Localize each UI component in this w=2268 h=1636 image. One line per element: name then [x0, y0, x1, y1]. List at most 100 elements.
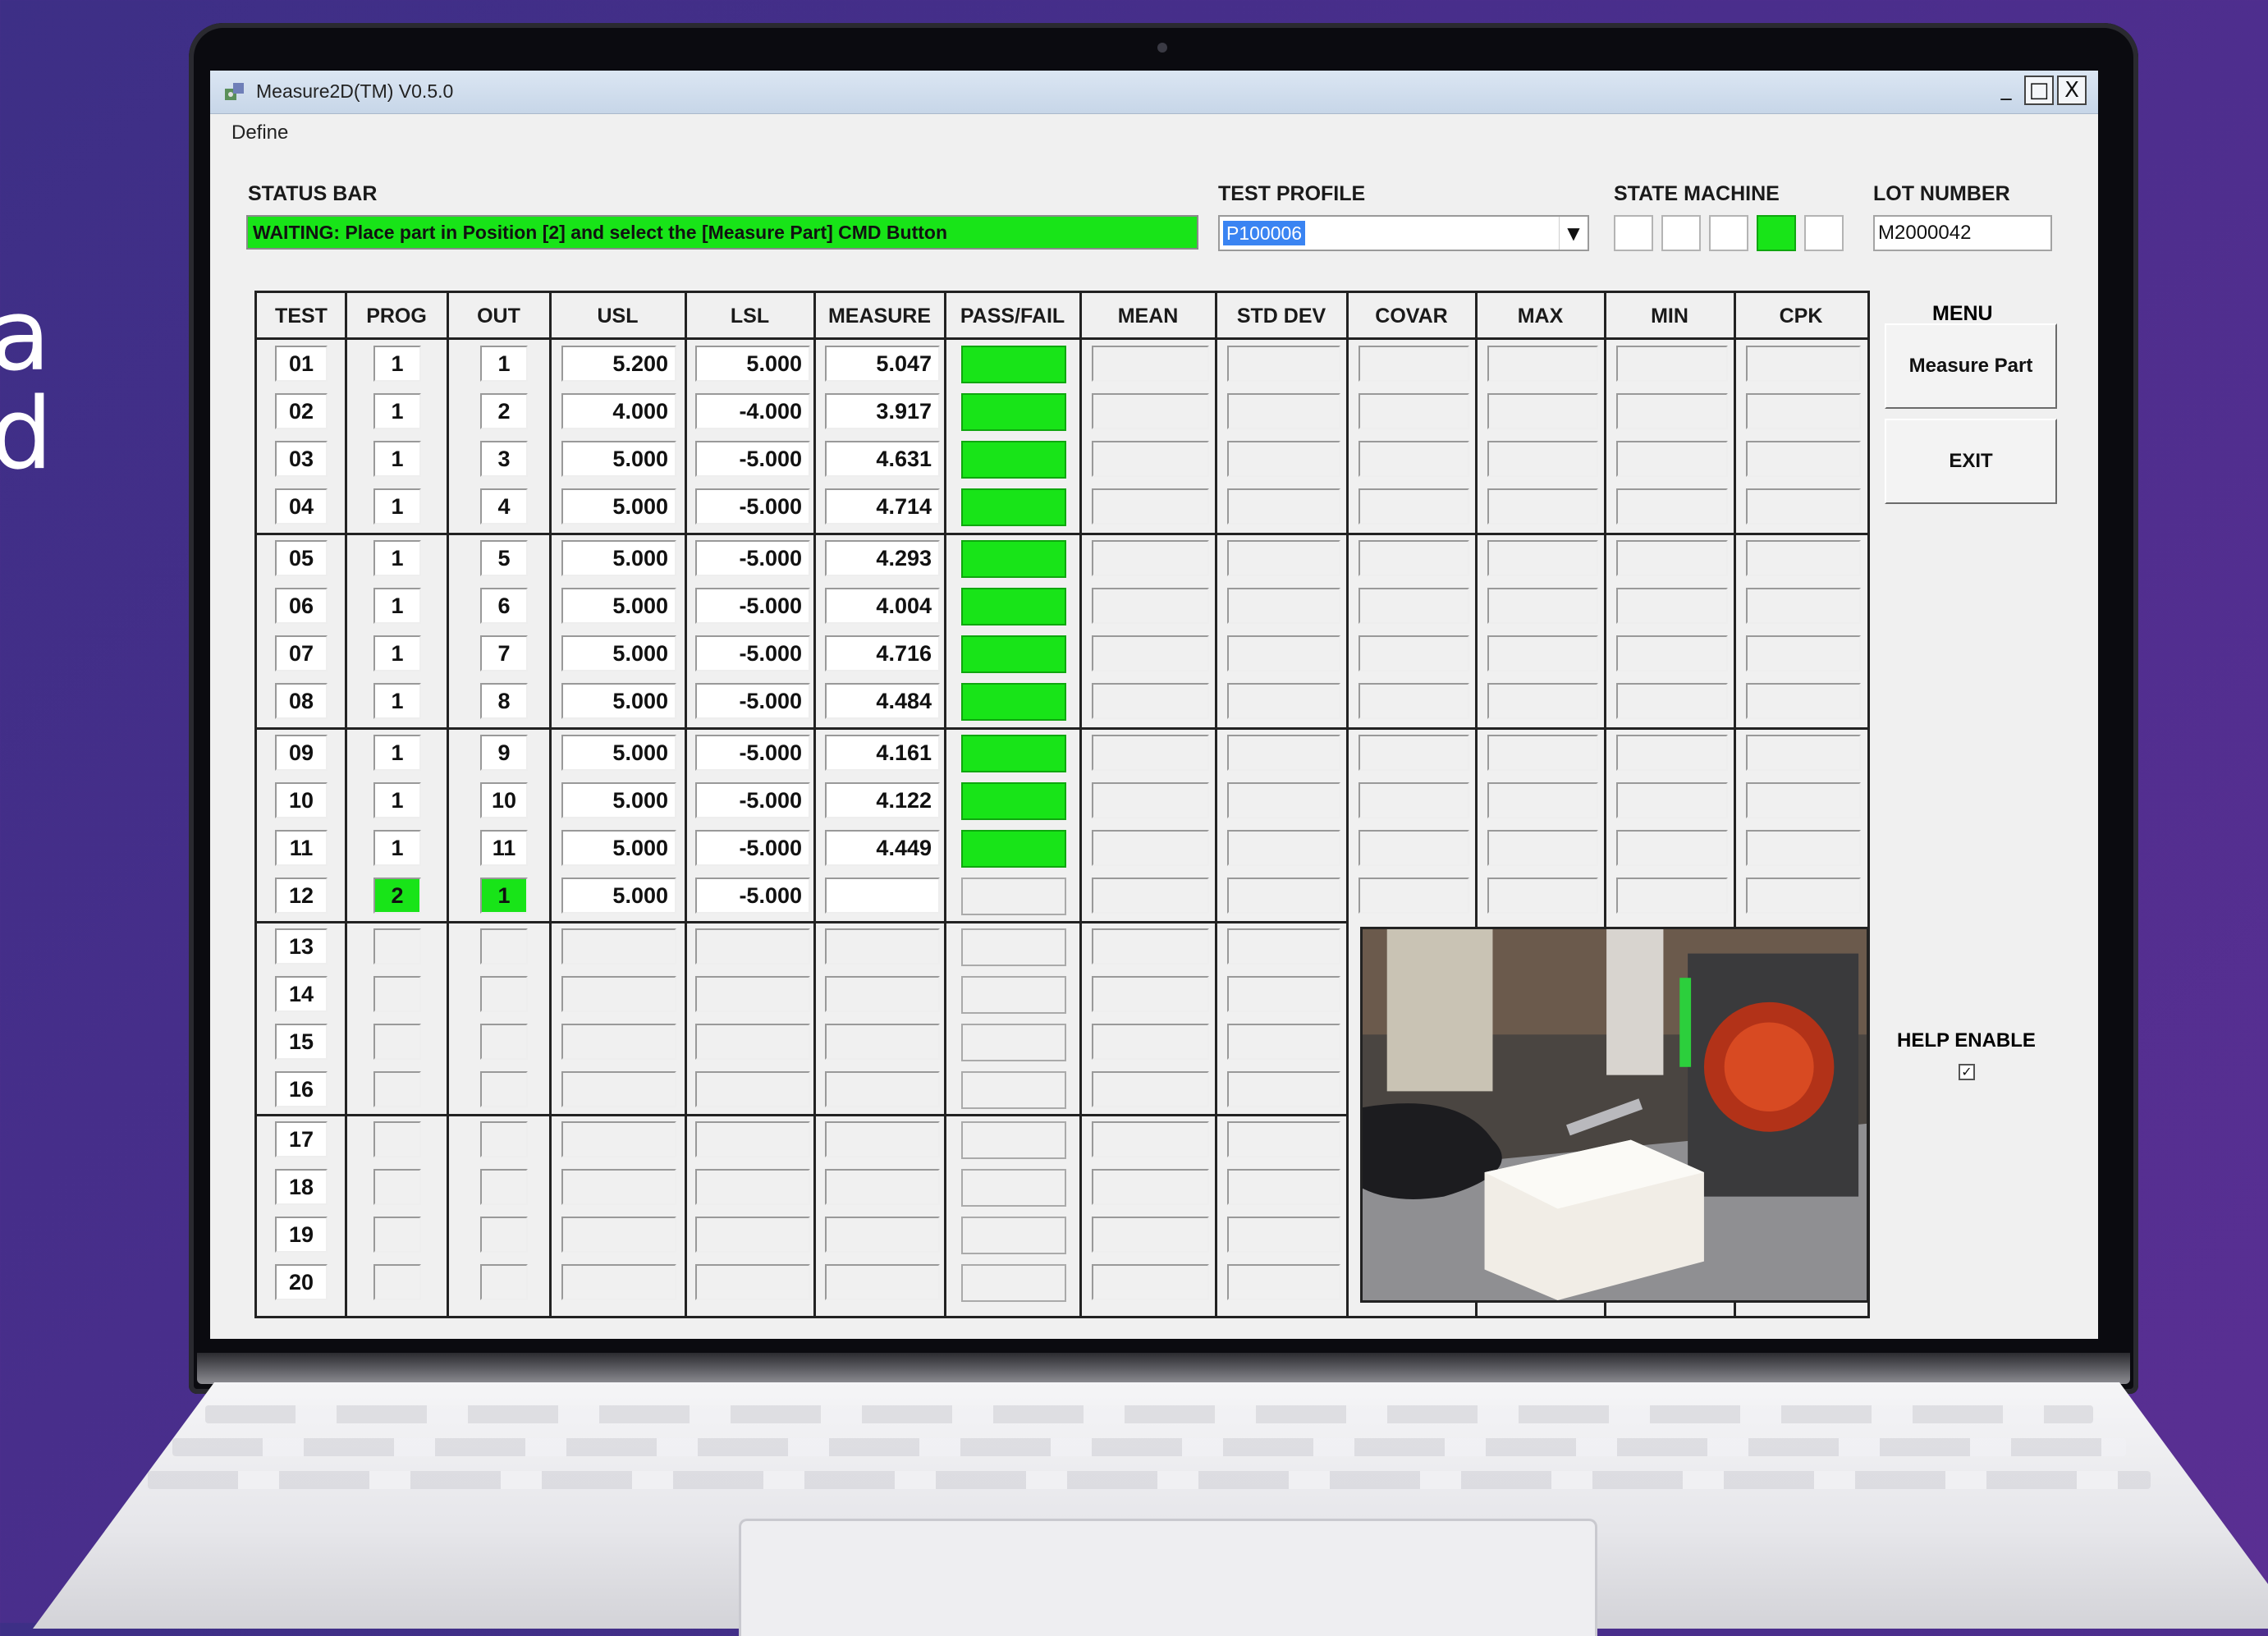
state-machine-indicator: [1757, 215, 1796, 251]
lsl-cell: [695, 928, 810, 965]
out-cell: [480, 1071, 528, 1107]
mean-cell: [1092, 540, 1209, 576]
prog-cell: 1: [373, 588, 421, 624]
close-button[interactable]: X: [2057, 76, 2087, 105]
usl-cell: 5.000: [561, 830, 676, 866]
group-divider: [257, 921, 1347, 923]
mean-cell: [1092, 488, 1209, 525]
prog-cell: 1: [373, 441, 421, 477]
test-grid: TEST PROG OUT USL LSL MEASURE PASS/FAIL MEAN STD…: [254, 291, 1870, 1318]
prog-cell: 1: [373, 635, 421, 671]
test-number-cell: 09: [275, 735, 328, 771]
pass-fail-indicator: [961, 1121, 1066, 1159]
mean-cell: [1092, 635, 1209, 671]
min-cell: [1616, 393, 1728, 429]
test-number-cell: 04: [275, 488, 328, 525]
pass-fail-indicator: [961, 928, 1066, 966]
mean-cell: [1092, 1264, 1209, 1300]
prog-cell: [373, 1217, 421, 1253]
column-divider: [1346, 293, 1349, 1316]
usl-cell: [561, 1121, 676, 1157]
covar-cell: [1359, 878, 1469, 914]
std-cell: [1227, 588, 1340, 624]
prog-cell: 1: [373, 488, 421, 525]
cpk-cell: [1746, 782, 1861, 818]
prog-cell: 1: [373, 540, 421, 576]
group-divider: [257, 533, 1867, 535]
column-header: MEAN: [1117, 305, 1179, 328]
menu-define[interactable]: Define: [231, 121, 288, 144]
measure-cell: 4.484: [825, 683, 940, 719]
mean-cell: [1092, 683, 1209, 719]
pass-fail-indicator: [961, 1024, 1066, 1061]
pass-fail-indicator: [961, 393, 1066, 431]
help-enable-checkbox[interactable]: ✓: [1959, 1064, 1975, 1080]
cpk-cell: [1746, 346, 1861, 382]
std-cell: [1227, 1121, 1340, 1157]
prog-cell: 1: [373, 393, 421, 429]
test-number-cell: 11: [275, 830, 328, 866]
measure-cell: 4.004: [825, 588, 940, 624]
test-profile-label: TEST PROFILE: [1218, 182, 1366, 205]
pass-fail-indicator: [961, 878, 1066, 915]
laptop-hinge: [197, 1353, 2130, 1384]
background-letter-a: a: [0, 279, 51, 393]
cpk-cell: [1746, 735, 1861, 771]
test-number-cell: 10: [275, 782, 328, 818]
prog-cell: [373, 928, 421, 965]
column-header: MEASURE: [827, 305, 931, 328]
prog-cell: 1: [373, 683, 421, 719]
std-cell: [1227, 976, 1340, 1012]
chevron-down-icon[interactable]: ▼: [1559, 217, 1588, 250]
prog-cell: [373, 976, 421, 1012]
std-cell: [1227, 1024, 1340, 1060]
state-machine-indicator: [1709, 215, 1748, 251]
lot-number-label: LOT NUMBER: [1873, 182, 2010, 205]
minimize-button[interactable]: _: [1991, 76, 2021, 105]
test-number-cell: 06: [275, 588, 328, 624]
header-divider: [257, 337, 1867, 340]
measure-cell: 4.293: [825, 540, 940, 576]
min-cell: [1616, 735, 1728, 771]
out-cell: [480, 1169, 528, 1205]
keyboard-row: [205, 1405, 2093, 1423]
column-header: MIN: [1651, 305, 1688, 328]
title-bar: Measure2D(TM) V0.5.0 _ □ X: [210, 71, 2098, 114]
column-divider: [1079, 293, 1082, 1316]
max-cell: [1487, 830, 1598, 866]
measure-part-button[interactable]: Measure Part: [1885, 323, 2057, 409]
measure-cell: 3.917: [825, 393, 940, 429]
test-profile-select[interactable]: P100006 ▼: [1218, 215, 1589, 251]
keyboard-row: [148, 1471, 2151, 1489]
out-cell: 1: [480, 346, 528, 382]
lsl-cell: 5.000: [695, 346, 810, 382]
usl-cell: [561, 1264, 676, 1300]
test-number-cell: 18: [275, 1169, 328, 1205]
mean-cell: [1092, 878, 1209, 914]
covar-cell: [1359, 830, 1469, 866]
exit-button[interactable]: EXIT: [1885, 419, 2057, 504]
std-cell: [1227, 1217, 1340, 1253]
usl-cell: [561, 1169, 676, 1205]
measure-cell: [825, 1071, 940, 1107]
covar-cell: [1359, 393, 1469, 429]
max-cell: [1487, 635, 1598, 671]
mean-cell: [1092, 1169, 1209, 1205]
prog-cell: [373, 1024, 421, 1060]
pass-fail-indicator: [961, 1071, 1066, 1109]
test-number-cell: 02: [275, 393, 328, 429]
background-letter-d: d: [0, 378, 53, 492]
usl-cell: 5.200: [561, 346, 676, 382]
pass-fail-indicator: [961, 635, 1066, 673]
measure-cell: [825, 928, 940, 965]
column-header: COVAR: [1375, 305, 1448, 328]
min-cell: [1616, 540, 1728, 576]
app-window: Measure2D(TM) V0.5.0 _ □ X Define STATUS…: [210, 71, 2098, 1339]
std-cell: [1227, 782, 1340, 818]
mean-cell: [1092, 1024, 1209, 1060]
lot-number-field[interactable]: M2000042: [1873, 215, 2052, 251]
cpk-cell: [1746, 588, 1861, 624]
pass-fail-indicator: [961, 735, 1066, 772]
test-number-cell: 01: [275, 346, 328, 382]
maximize-button[interactable]: □: [2024, 76, 2054, 105]
